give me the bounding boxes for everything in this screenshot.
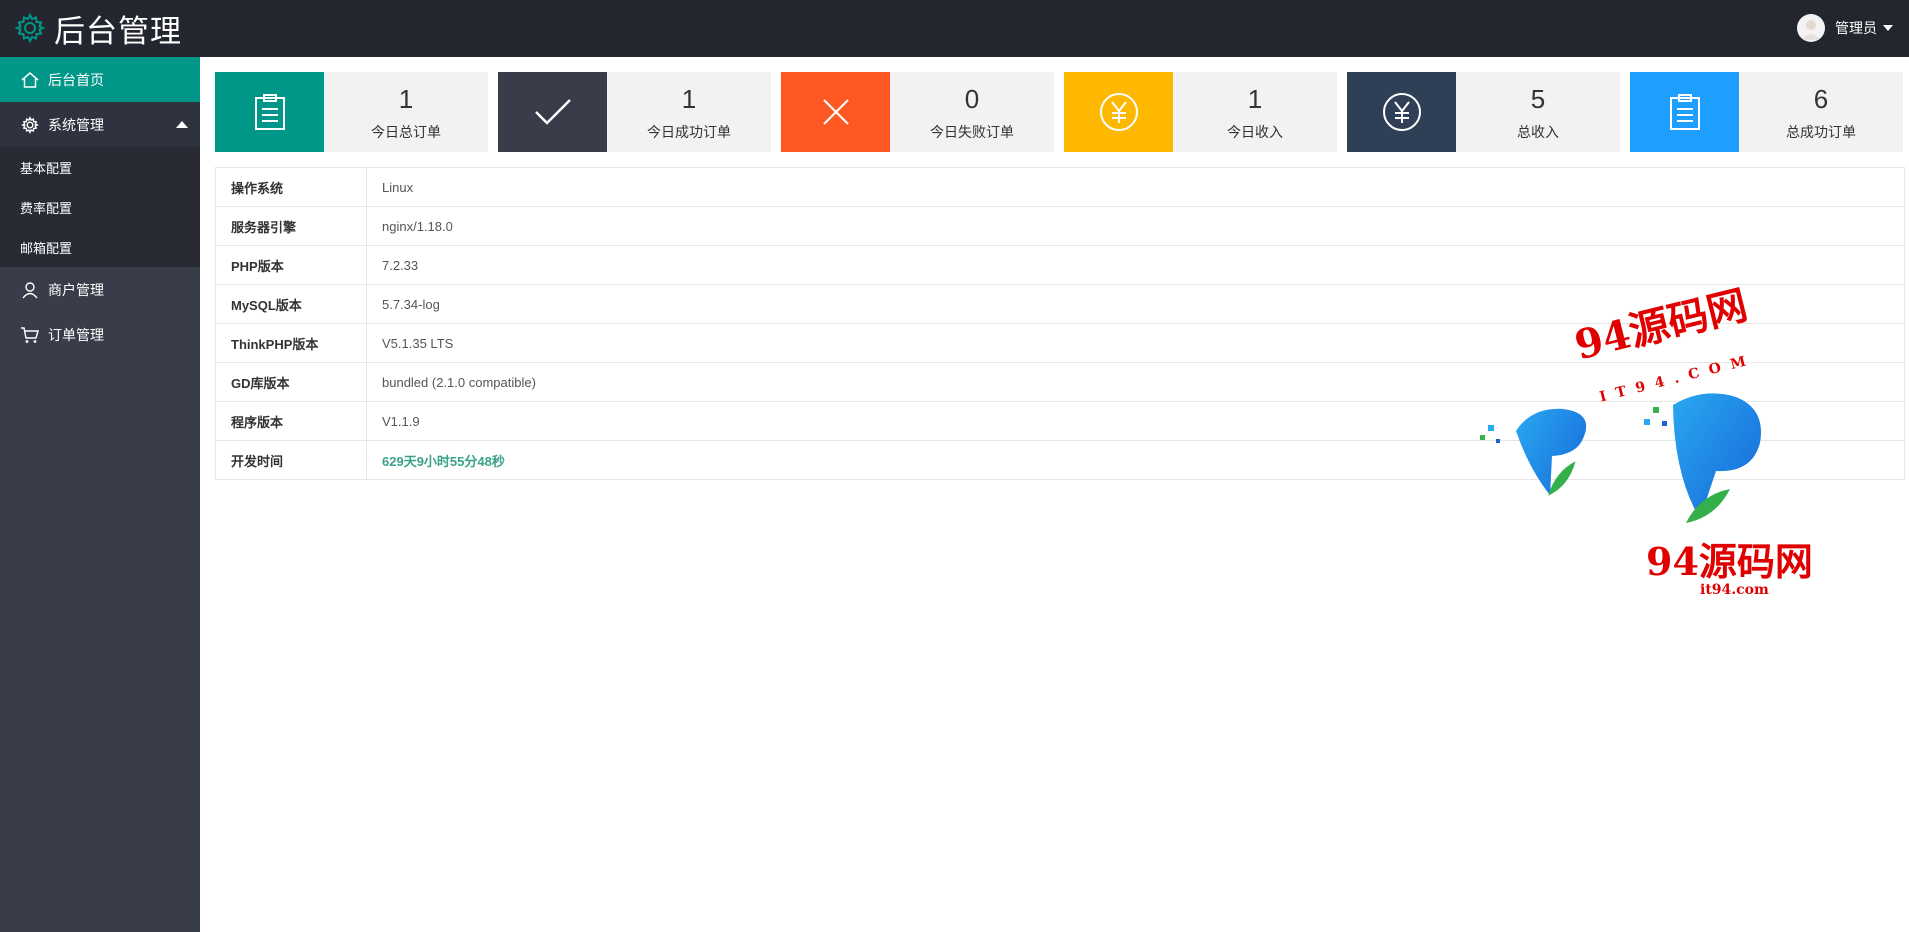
info-key: 操作系统 — [215, 167, 367, 207]
top-header: 后台管理 管理员 — [0, 0, 1909, 57]
chevron-up-icon — [176, 121, 188, 128]
info-key: PHP版本 — [215, 245, 367, 285]
stat-cards: 1 今日总订单 1 今日成功订单 0 今日失败订单 1 今日收入 5 总收入 6 — [215, 72, 1903, 152]
stat-value: 0 — [964, 84, 980, 114]
avatar — [1797, 14, 1825, 42]
stat-card-today-success: 1 今日成功订单 — [498, 72, 771, 152]
stat-label: 总收入 — [1517, 124, 1559, 140]
sidebar-subitem-label: 费率配置 — [20, 200, 73, 216]
clipboard-icon — [254, 94, 285, 130]
watermark-domain: it94.com — [1700, 582, 1769, 598]
table-row: 服务器引擎 nginx/1.18.0 — [215, 206, 1905, 246]
info-key: MySQL版本 — [215, 284, 367, 324]
sidebar-subitem-label: 基本配置 — [20, 160, 73, 176]
gear-icon — [14, 12, 46, 44]
table-row: PHP版本 7.2.33 — [215, 245, 1905, 285]
stat-icon-box — [1347, 72, 1456, 152]
sidebar-subitem-email[interactable]: 邮箱配置 — [0, 227, 200, 267]
stat-icon-box — [1630, 72, 1739, 152]
stat-label: 总成功订单 — [1786, 124, 1856, 140]
sidebar: 后台首页 系统管理 基本配置 费率配置 邮箱配置 商户管理 订单管理 — [0, 57, 200, 932]
sidebar-item-home[interactable]: 后台首页 — [0, 57, 200, 102]
sidebar-item-merchant[interactable]: 商户管理 — [0, 267, 200, 312]
stat-label: 今日总订单 — [371, 124, 441, 140]
stat-value: 6 — [1813, 84, 1829, 114]
stat-card-today-failed: 0 今日失败订单 — [781, 72, 1054, 152]
info-value: 7.2.33 — [366, 245, 1905, 285]
sidebar-item-label: 订单管理 — [48, 326, 104, 343]
yen-icon — [1382, 93, 1421, 131]
sidebar-item-label: 商户管理 — [48, 281, 104, 298]
check-icon — [534, 99, 571, 125]
stat-card-total-income: 5 总收入 — [1347, 72, 1620, 152]
stat-label: 今日成功订单 — [647, 124, 731, 140]
info-key: 程序版本 — [215, 401, 367, 441]
sidebar-item-label: 后台首页 — [48, 71, 104, 88]
stat-card-total-success: 6 总成功订单 — [1630, 72, 1903, 152]
table-row: 操作系统 Linux — [215, 167, 1905, 207]
info-value: nginx/1.18.0 — [366, 206, 1905, 246]
stat-value: 1 — [398, 84, 414, 114]
user-icon — [20, 280, 40, 300]
stat-card-today-orders: 1 今日总订单 — [215, 72, 488, 152]
user-menu[interactable]: 管理员 — [1797, 13, 1893, 43]
sidebar-item-label: 系统管理 — [48, 116, 104, 133]
clipboard-icon — [1669, 94, 1700, 130]
close-icon — [822, 99, 849, 125]
watermark: 94源码网 IT94.COM 94源码网 it94.com — [1468, 281, 1818, 605]
stat-icon-box — [1064, 72, 1173, 152]
yen-icon — [1099, 93, 1138, 131]
sidebar-submenu: 基本配置 费率配置 邮箱配置 — [0, 147, 200, 267]
info-key: ThinkPHP版本 — [215, 323, 367, 363]
stat-icon-box — [215, 72, 324, 152]
sidebar-subitem-rate[interactable]: 费率配置 — [0, 187, 200, 227]
info-key: GD库版本 — [215, 362, 367, 402]
stat-icon-box — [781, 72, 890, 152]
gear-icon — [20, 115, 40, 135]
info-key: 服务器引擎 — [215, 206, 367, 246]
cart-icon — [20, 325, 40, 345]
sidebar-subitem-basic[interactable]: 基本配置 — [0, 147, 200, 187]
chevron-down-icon — [1883, 25, 1893, 31]
logo[interactable]: 后台管理 — [14, 10, 182, 50]
info-key: 开发时间 — [215, 440, 367, 480]
app-title: 后台管理 — [54, 13, 182, 50]
sidebar-item-system[interactable]: 系统管理 — [0, 102, 200, 147]
watermark-title-lower: 94源码网 — [1646, 539, 1813, 584]
sidebar-subitem-label: 邮箱配置 — [20, 240, 73, 256]
stat-label: 今日失败订单 — [930, 124, 1014, 140]
stat-value: 5 — [1530, 84, 1546, 114]
home-icon — [20, 70, 40, 90]
info-value: Linux — [366, 167, 1905, 207]
stat-card-today-income: 1 今日收入 — [1064, 72, 1337, 152]
stat-value: 1 — [681, 84, 697, 114]
stat-label: 今日收入 — [1227, 124, 1283, 140]
sidebar-item-orders[interactable]: 订单管理 — [0, 312, 200, 357]
user-name: 管理员 — [1835, 20, 1877, 36]
stat-icon-box — [498, 72, 607, 152]
stat-value: 1 — [1247, 84, 1263, 114]
